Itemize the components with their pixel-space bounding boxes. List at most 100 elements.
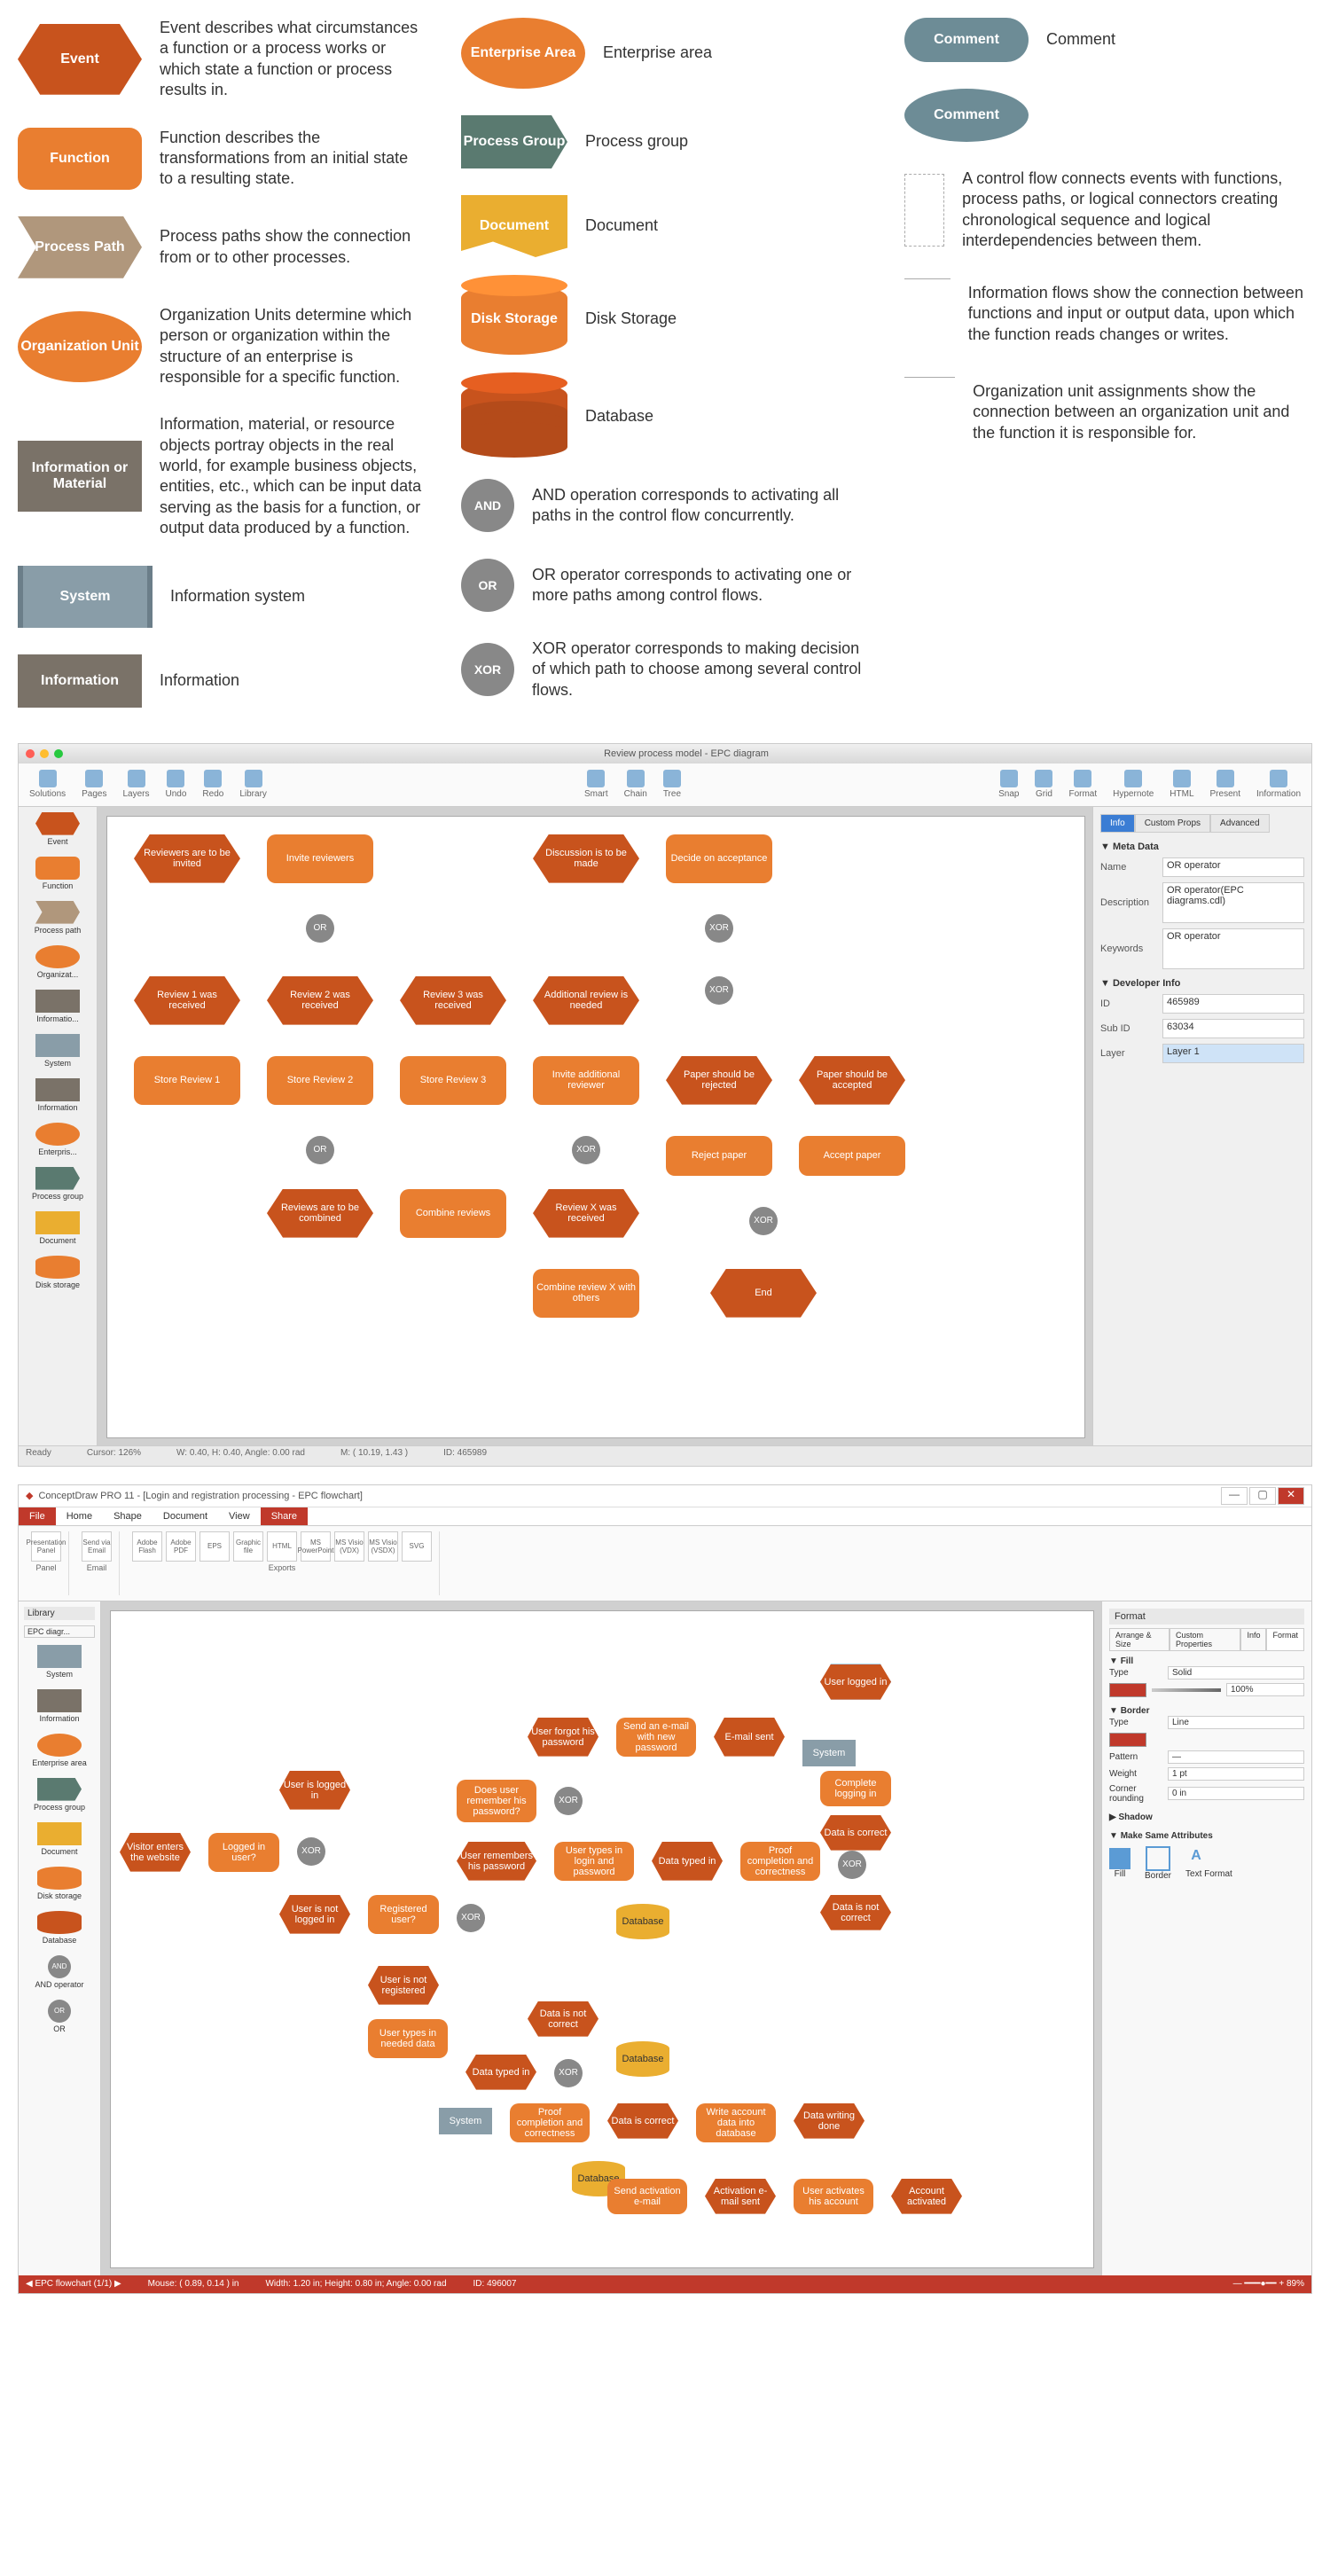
format-button[interactable]: Format xyxy=(1065,768,1100,801)
pattern-select[interactable]: — xyxy=(1168,1750,1304,1764)
border-color-swatch[interactable] xyxy=(1109,1733,1146,1747)
tab-format[interactable]: Format xyxy=(1266,1628,1304,1651)
fill-color-swatch[interactable] xyxy=(1109,1683,1146,1697)
diagram-node[interactable]: Data writing done xyxy=(794,2103,864,2139)
tree-button[interactable]: Tree xyxy=(660,768,685,801)
mac-titlebar[interactable]: Review process model - EPC diagram xyxy=(19,744,1311,763)
corner-input[interactable]: 0 in xyxy=(1168,1787,1304,1800)
diagram-node[interactable]: Complete logging in xyxy=(820,1771,891,1806)
diagram-node[interactable]: Review 2 was received xyxy=(267,976,373,1025)
tab-info[interactable]: Info xyxy=(1100,814,1135,833)
diagram-node[interactable]: Data is not correct xyxy=(528,2001,598,2037)
diagram-node[interactable]: Proof completion and correctness xyxy=(740,1842,820,1881)
smart-button[interactable]: Smart xyxy=(581,768,612,801)
ms-visio-vdx-button[interactable]: MS Visio (VDX) xyxy=(334,1531,364,1562)
library-button[interactable]: Library xyxy=(236,768,270,801)
same-fill-button[interactable] xyxy=(1109,1848,1130,1869)
diagram-node[interactable]: Paper should be accepted xyxy=(799,1056,905,1105)
grid-button[interactable]: Grid xyxy=(1031,768,1056,801)
diagram-node[interactable]: Store Review 1 xyxy=(134,1056,240,1105)
close-button[interactable]: ✕ xyxy=(1278,1487,1304,1505)
diagram-node[interactable]: Write account data into database xyxy=(696,2103,776,2142)
diagram-node[interactable]: Send an e-mail with new password xyxy=(616,1718,696,1757)
send-email-button[interactable]: Send via Email xyxy=(82,1531,112,1562)
drawing-canvas-2[interactable]: Visitor enters the website Logged in use… xyxy=(101,1601,1101,2275)
diagram-node[interactable]: User forgot his password xyxy=(528,1718,598,1757)
diagram-node[interactable]: User activates his account xyxy=(794,2179,873,2214)
diagram-node[interactable]: User is not logged in xyxy=(279,1895,350,1934)
diagram-node[interactable]: Database xyxy=(616,1904,669,1939)
diagram-node[interactable]: User types in needed data xyxy=(368,2019,448,2058)
solutions-button[interactable]: Solutions xyxy=(26,768,69,801)
tab-shape[interactable]: Shape xyxy=(103,1507,153,1525)
diagram-node[interactable]: XOR xyxy=(838,1851,866,1879)
keywords-field[interactable]: OR operator xyxy=(1162,928,1304,969)
chain-button[interactable]: Chain xyxy=(621,768,651,801)
information-button[interactable]: Information xyxy=(1253,768,1304,801)
diagram-node[interactable]: Review 3 was received xyxy=(400,976,506,1025)
drawing-canvas[interactable]: Reviewers are to be invited Invite revie… xyxy=(98,807,1092,1445)
undo-button[interactable]: Undo xyxy=(162,768,191,801)
diagram-node[interactable]: XOR xyxy=(749,1207,778,1235)
diagram-node[interactable]: User remembers his password xyxy=(457,1842,536,1881)
diagram-node[interactable]: Database xyxy=(616,2041,669,2077)
tab-document[interactable]: Document xyxy=(153,1507,218,1525)
diagram-node[interactable]: XOR xyxy=(705,914,733,943)
diagram-node[interactable]: Additional review is needed xyxy=(533,976,639,1025)
diagram-node[interactable]: Account activated xyxy=(891,2179,962,2214)
tab-view[interactable]: View xyxy=(218,1507,261,1525)
tab-share[interactable]: Share xyxy=(261,1507,308,1525)
diagram-node[interactable]: XOR xyxy=(705,976,733,1005)
diagram-node[interactable]: Accept paper xyxy=(799,1136,905,1176)
diagram-node[interactable]: XOR xyxy=(457,1904,485,1932)
win-titlebar[interactable]: ◆ ConceptDraw PRO 11 - [Login and regist… xyxy=(19,1485,1311,1507)
layers-button[interactable]: Layers xyxy=(120,768,153,801)
name-field[interactable]: OR operator xyxy=(1162,857,1304,877)
adobe-pdf-button[interactable]: Adobe PDF xyxy=(166,1531,196,1562)
same-text-button[interactable]: A xyxy=(1185,1848,1207,1869)
diagram-node[interactable]: XOR xyxy=(554,1787,583,1815)
tab-custom-props[interactable]: Custom Props xyxy=(1135,814,1210,833)
diagram-node[interactable]: Activation e-mail sent xyxy=(705,2179,776,2214)
zoom-icon[interactable] xyxy=(54,749,63,758)
diagram-node[interactable]: System xyxy=(439,2108,492,2134)
eps-button[interactable]: EPS xyxy=(200,1531,230,1562)
diagram-node[interactable]: User types in login and password xyxy=(554,1842,634,1881)
diagram-node[interactable]: Review 1 was received xyxy=(134,976,240,1025)
diagram-node[interactable]: System xyxy=(802,1740,856,1766)
diagram-node[interactable]: Reviewers are to be invited xyxy=(134,834,240,883)
diagram-node-selected[interactable]: User logged in xyxy=(820,1664,891,1700)
diagram-node[interactable]: XOR xyxy=(554,2059,583,2087)
html-export-button[interactable]: HTML xyxy=(267,1531,297,1562)
maximize-button[interactable]: ▢ xyxy=(1249,1487,1276,1505)
same-border-button[interactable] xyxy=(1146,1846,1170,1871)
diagram-node[interactable]: Data typed in xyxy=(466,2055,536,2090)
snap-button[interactable]: Snap xyxy=(995,768,1022,801)
diagram-node[interactable]: XOR xyxy=(297,1837,325,1866)
diagram-node[interactable]: Store Review 3 xyxy=(400,1056,506,1105)
graphic-file-button[interactable]: Graphic file xyxy=(233,1531,263,1562)
diagram-node[interactable]: Visitor enters the website xyxy=(120,1833,191,1872)
html-button[interactable]: HTML xyxy=(1166,768,1197,801)
pages-button[interactable]: Pages xyxy=(78,768,110,801)
diagram-node[interactable]: Discussion is to be made xyxy=(533,834,639,883)
diagram-node[interactable]: Logged in user? xyxy=(208,1833,279,1872)
fill-type-select[interactable]: Solid xyxy=(1168,1666,1304,1679)
tab-advanced[interactable]: Advanced xyxy=(1210,814,1269,833)
diagram-node[interactable]: Reviews are to be combined xyxy=(267,1189,373,1238)
tab-info2[interactable]: Info xyxy=(1240,1628,1266,1651)
tab-customprops[interactable]: Custom Properties xyxy=(1170,1628,1240,1651)
diagram-node[interactable]: Combine review X with others xyxy=(533,1269,639,1318)
ms-powerpoint-button[interactable]: MS PowerPoint xyxy=(301,1531,331,1562)
layer-select[interactable]: Layer 1 xyxy=(1162,1044,1304,1063)
library-panel[interactable]: Library EPC diagr... System Information … xyxy=(19,1601,101,2275)
tab-home[interactable]: Home xyxy=(56,1507,103,1525)
adobe-flash-button[interactable]: Adobe Flash xyxy=(132,1531,162,1562)
presentation-panel-button[interactable]: Presentation Panel xyxy=(31,1531,61,1562)
diagram-node[interactable]: Data is correct xyxy=(607,2103,678,2139)
shapes-library-panel[interactable]: Event Function Process path Organizat...… xyxy=(19,807,98,1445)
diagram-node[interactable]: Reject paper xyxy=(666,1136,772,1176)
diagram-node[interactable]: End xyxy=(710,1269,817,1318)
minimize-icon[interactable] xyxy=(40,749,49,758)
diagram-node[interactable]: User is not registered xyxy=(368,1966,439,2005)
